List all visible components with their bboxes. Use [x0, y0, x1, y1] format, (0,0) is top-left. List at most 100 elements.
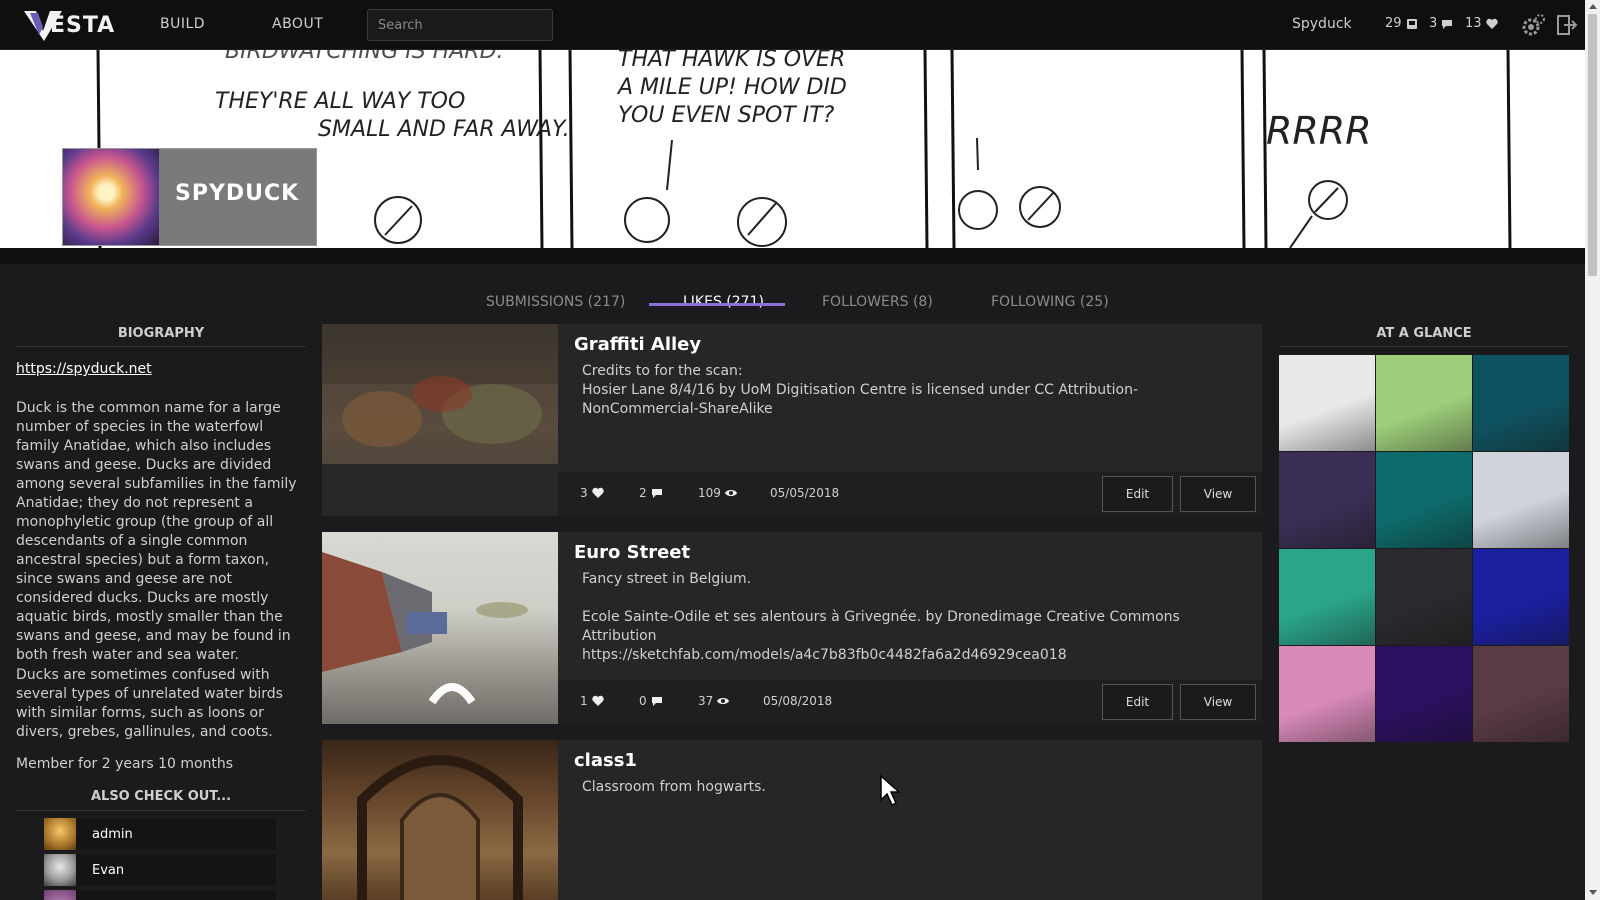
glance-thumbnail[interactable] — [1279, 549, 1375, 645]
classroom-scene — [357, 755, 523, 900]
likes-stat[interactable]: 1 — [580, 694, 604, 708]
heart-icon — [591, 487, 604, 498]
submission-title[interactable]: Euro Street — [574, 542, 690, 563]
submission-footer: 1 0 37 05/08/2018 Edit View — [558, 680, 1262, 724]
logo-text: ESTA — [50, 13, 116, 38]
heart-icon — [591, 695, 604, 706]
view-button[interactable]: View — [1180, 684, 1256, 720]
submission-thumbnail[interactable] — [322, 532, 558, 724]
likes-value: 3 — [580, 486, 588, 500]
tab-likes[interactable]: LIKES (271) — [683, 294, 764, 310]
glance-thumbnail[interactable] — [1376, 549, 1472, 645]
heart-icon — [1485, 18, 1498, 29]
comments-count[interactable]: 3 — [1429, 16, 1453, 31]
glance-thumbnail[interactable] — [1473, 355, 1569, 451]
submission-date: 05/05/2018 — [770, 486, 840, 500]
comments-stat[interactable]: 2 — [639, 486, 663, 500]
logout-icon[interactable] — [1553, 12, 1579, 38]
username-link[interactable]: Spyduck — [1292, 16, 1352, 32]
views-value: 109 — [698, 486, 721, 500]
suggested-user-name: Evan — [92, 862, 125, 878]
submission-card: Graffiti Alley Credits to for the scan: … — [322, 324, 1262, 516]
suggested-user-name: admin — [92, 826, 133, 842]
submission-card: Euro Street Fancy street in Belgium. Eco… — [322, 532, 1262, 724]
also-check-out-heading: ALSO CHECK OUT... — [90, 789, 232, 804]
nav-about-link[interactable]: ABOUT — [272, 16, 323, 32]
tab-following[interactable]: FOLLOWING (25) — [991, 294, 1109, 310]
svg-text:THAT HAWK IS OVER: THAT HAWK IS OVER — [618, 50, 845, 72]
submission-thumbnail[interactable] — [322, 324, 558, 516]
likes-stat[interactable]: 3 — [580, 486, 604, 500]
scroll-thumb[interactable] — [1588, 14, 1597, 276]
comment-icon — [651, 697, 662, 706]
glance-thumbnail[interactable] — [1279, 646, 1375, 742]
avatar — [44, 854, 76, 886]
eye-icon — [724, 490, 737, 496]
submission-description: Credits to for the scan: Hosier Lane 8/4… — [582, 363, 1138, 417]
glance-thumbnail[interactable] — [1279, 355, 1375, 451]
search-input[interactable] — [367, 9, 553, 41]
edit-button[interactable]: Edit — [1102, 476, 1173, 512]
page-scrollbar[interactable] — [1585, 0, 1600, 900]
scroll-up-arrow[interactable] — [1589, 4, 1597, 9]
submission-description: Fancy street in Belgium. Ecole Sainte-Od… — [582, 571, 1180, 663]
comments-stat[interactable]: 0 — [639, 694, 663, 708]
submission-title[interactable]: class1 — [574, 750, 637, 771]
glance-thumbnail[interactable] — [1376, 355, 1472, 451]
mouse-cursor-icon — [880, 774, 901, 807]
svg-text:A MILE UP! HOW DID: A MILE UP! HOW DID — [616, 75, 847, 100]
svg-text:THEY'RE ALL WAY TOO: THEY'RE ALL WAY TOO — [215, 89, 465, 114]
profile-name: SPYDUCK — [175, 181, 300, 206]
svg-text:BIRDWATCHING IS HARD.: BIRDWATCHING IS HARD. — [225, 50, 504, 64]
comments-count-value: 3 — [1429, 16, 1438, 31]
scroll-down-arrow[interactable] — [1589, 890, 1597, 895]
submissions-count-value: 29 — [1385, 16, 1402, 31]
at-a-glance-grid — [1279, 355, 1569, 742]
views-stat: 37 — [698, 694, 730, 708]
comment-icon — [651, 489, 662, 498]
submission-thumbnail[interactable] — [322, 740, 558, 900]
submission-card: class1 Classroom from hogwarts. — [322, 740, 1262, 900]
divider — [1279, 346, 1569, 347]
member-duration: Member for 2 years 10 months — [16, 756, 234, 772]
svg-text:SMALL AND FAR AWAY.: SMALL AND FAR AWAY. — [318, 117, 570, 142]
submissions-count[interactable]: 29 — [1385, 16, 1418, 31]
edit-button[interactable]: Edit — [1102, 684, 1173, 720]
suggested-user-row[interactable]: Evan — [44, 854, 276, 886]
glance-thumbnail[interactable] — [1279, 452, 1375, 548]
likes-count[interactable]: 13 — [1465, 16, 1498, 31]
website-link[interactable]: https://spyduck.net — [16, 361, 152, 377]
glance-thumbnail[interactable] — [1376, 646, 1472, 742]
active-tab-indicator — [649, 303, 785, 306]
divider — [16, 346, 306, 347]
profile-avatar[interactable] — [63, 149, 159, 245]
view-button[interactable]: View — [1180, 476, 1256, 512]
submission-date: 05/08/2018 — [763, 694, 833, 708]
likes-count-value: 13 — [1465, 16, 1482, 31]
profile-tabs: SUBMISSIONS (217) LIKES (271) FOLLOWERS … — [0, 248, 1585, 310]
bio-paragraph-2: Ducks are sometimes confused with severa… — [16, 667, 283, 740]
views-stat: 109 — [698, 486, 737, 500]
image-icon — [1406, 18, 1417, 29]
avatar — [44, 890, 76, 900]
nav-build-link[interactable]: BUILD — [160, 16, 205, 32]
submission-title[interactable]: Graffiti Alley — [574, 334, 701, 355]
suggested-user-row[interactable]: admin — [44, 818, 276, 850]
tab-followers[interactable]: FOLLOWERS (8) — [822, 294, 933, 310]
profile-card: SPYDUCK — [63, 149, 316, 245]
glance-thumbnail[interactable] — [1473, 452, 1569, 548]
suggested-user-row[interactable] — [44, 890, 276, 900]
bio-paragraph-1: Duck is the common name for a large numb… — [16, 400, 297, 663]
svg-text:YOU EVEN SPOT IT?: YOU EVEN SPOT IT? — [618, 103, 835, 128]
glance-thumbnail[interactable] — [1473, 549, 1569, 645]
tab-submissions[interactable]: SUBMISSIONS (217) — [486, 294, 625, 310]
vesta-logo[interactable]: ESTA — [22, 7, 114, 43]
comment-icon — [1442, 19, 1453, 29]
top-nav: ESTA BUILD ABOUT Spyduck 29 3 13 — [0, 0, 1585, 50]
glance-thumbnail[interactable] — [1473, 646, 1569, 742]
settings-gear-icon[interactable] — [1521, 12, 1547, 38]
comments-value: 0 — [639, 694, 647, 708]
glance-thumbnail[interactable] — [1376, 452, 1472, 548]
comments-value: 2 — [639, 486, 647, 500]
profile-banner: BIRDWATCHING IS HARD. THEY'RE ALL WAY TO… — [0, 50, 1585, 248]
